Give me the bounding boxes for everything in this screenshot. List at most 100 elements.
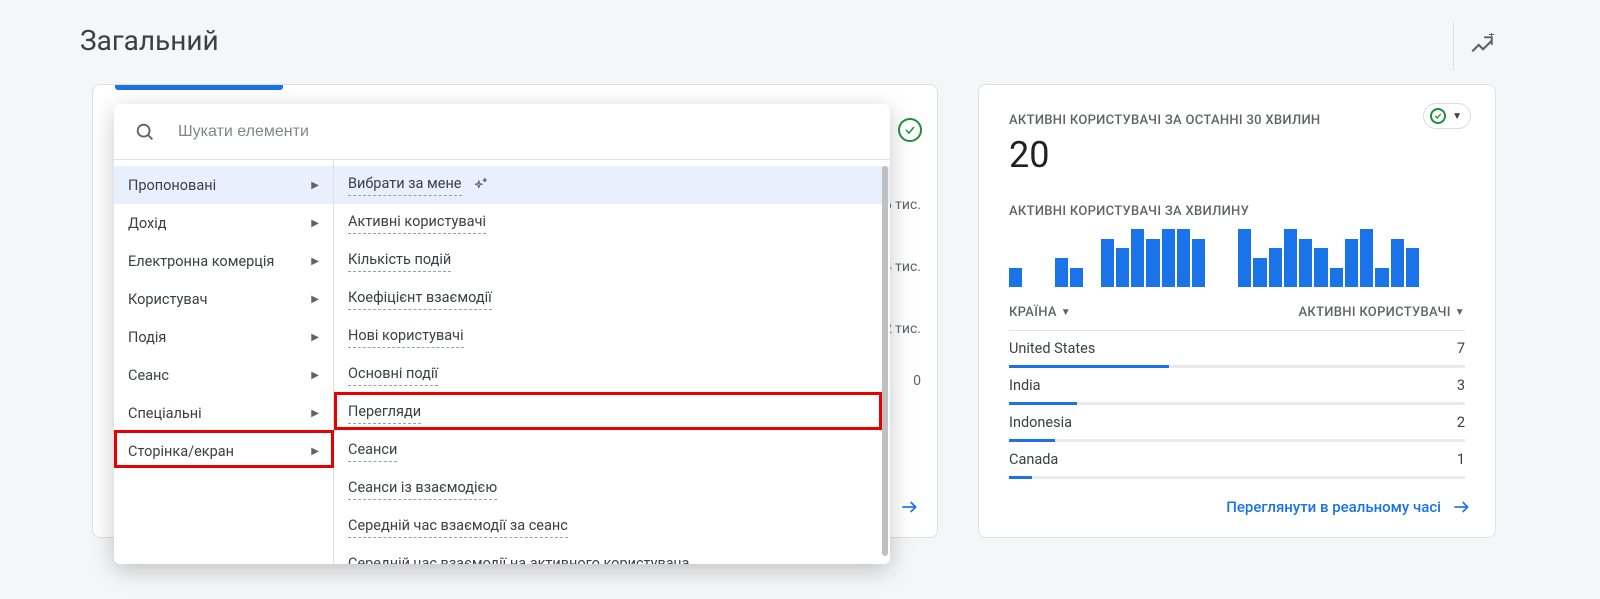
table-row: India 3 (1009, 368, 1465, 402)
user-count: 3 (1457, 377, 1465, 394)
divider (1453, 22, 1454, 70)
category-label: Сеанс (128, 367, 169, 384)
category-item[interactable]: Спеціальні▶ (114, 394, 333, 432)
metric-item[interactable]: Середній час взаємодії на активного кори… (334, 546, 890, 564)
country-name: Canada (1009, 451, 1058, 468)
realtime-bar-chart (1009, 229, 1465, 287)
row-progress (1009, 402, 1465, 405)
bar (1162, 229, 1175, 287)
check-icon (1434, 112, 1442, 120)
metric-label: Перегляди (348, 402, 421, 423)
country-name: India (1009, 377, 1041, 394)
realtime-title-per-minute: АКТИВНІ КОРИСТУВАЧІ ЗА ХВИЛИНУ (1009, 204, 1465, 219)
chevron-right-icon: ▶ (311, 408, 319, 419)
bar (1253, 258, 1266, 287)
search-icon (134, 121, 156, 143)
metric-label: Активні користувачі (348, 212, 486, 233)
bar (1116, 248, 1129, 287)
realtime-status-chip[interactable]: ▼ (1423, 103, 1471, 129)
chevron-right-icon: ▶ (311, 370, 319, 381)
bar (1284, 229, 1297, 287)
insights-icon: + (1469, 33, 1495, 59)
chevron-right-icon: ▶ (311, 218, 319, 229)
metric-label: Середній час взаємодії на активного кори… (348, 554, 689, 564)
status-ok-icon (1430, 108, 1446, 124)
bar (1131, 229, 1144, 287)
country-name: United States (1009, 340, 1095, 357)
metric-item[interactable]: Кількість подій (334, 242, 890, 280)
realtime-active-users: 20 (1009, 134, 1465, 176)
y-tick: 0 (913, 373, 921, 389)
chevron-right-icon: ▶ (311, 180, 319, 191)
scrollbar[interactable] (882, 166, 888, 556)
bar (1375, 268, 1388, 287)
metric-item[interactable]: Сеанси (334, 432, 890, 470)
bar (1009, 268, 1022, 287)
sparkle-icon (472, 176, 490, 194)
chevron-right-icon: ▶ (311, 256, 319, 267)
category-label: Пропоновані (128, 177, 216, 194)
bar (1269, 248, 1282, 287)
metric-item[interactable]: Вибрати за мене (334, 166, 890, 204)
arrow-right-icon (899, 497, 919, 517)
metric-label: Основні події (348, 364, 438, 385)
active-tab-indicator (115, 85, 283, 90)
chevron-right-icon: ▶ (311, 294, 319, 305)
realtime-title-30min: АКТИВНІ КОРИСТУВАЧІ ЗА ОСТАННІ 30 ХВИЛИН (1009, 113, 1465, 128)
row-progress (1009, 365, 1465, 368)
metric-item[interactable]: Активні користувачі (334, 204, 890, 242)
metric-item[interactable]: Основні події (334, 356, 890, 394)
metric-item[interactable]: Перегляди (334, 394, 890, 432)
table-col-country[interactable]: КРАЇНА ▼ (1009, 305, 1071, 320)
bar (1177, 229, 1190, 287)
category-item[interactable]: Пропоновані ▶ (114, 166, 333, 204)
insights-button[interactable]: + (1464, 28, 1500, 64)
user-count: 1 (1457, 451, 1465, 468)
metric-list: Вибрати за мене Активні користувачі Кількі… (334, 160, 890, 564)
row-progress (1009, 439, 1465, 442)
metric-item[interactable]: Коефіцієнт взаємодії (334, 280, 890, 318)
bar (1192, 239, 1205, 287)
link-text: Переглянути в реальному часі (1226, 498, 1441, 516)
bar (1391, 239, 1404, 287)
category-label: Електронна комерція (128, 253, 274, 270)
category-item[interactable]: Сторінка/екран▶ (114, 432, 333, 470)
category-item[interactable]: Дохід▶ (114, 204, 333, 242)
bar (1055, 258, 1068, 287)
bar (1146, 239, 1159, 287)
bar (1360, 229, 1373, 287)
chevron-right-icon: ▶ (311, 332, 319, 343)
category-label: Сторінка/екран (128, 443, 234, 460)
metric-search-input[interactable] (176, 122, 870, 142)
metric-item[interactable]: Нові користувачі (334, 318, 890, 356)
metric-label: Середній час взаємодії за сеанс (348, 516, 568, 537)
bar (1299, 239, 1312, 287)
status-check-badge (898, 118, 922, 142)
chevron-down-icon: ▼ (1452, 111, 1462, 122)
category-item[interactable]: Користувач ▶ (114, 280, 333, 318)
category-label: Подія (128, 329, 166, 346)
country-name: Indonesia (1009, 414, 1072, 431)
bar (1070, 268, 1083, 287)
metric-item[interactable]: Середній час взаємодії за сеанс (334, 508, 890, 546)
bar (1406, 248, 1419, 287)
view-realtime-link[interactable]: Переглянути в реальному часі (1226, 497, 1471, 517)
metric-label: Нові користувачі (348, 326, 464, 347)
bar (1345, 239, 1358, 287)
chevron-down-icon: ▼ (1061, 307, 1071, 318)
category-label: Користувач (128, 291, 207, 308)
realtime-table-header: КРАЇНА ▼ АКТИВНІ КОРИСТУВАЧІ ▼ (1009, 305, 1465, 320)
bar (1101, 239, 1114, 287)
metric-item[interactable]: Сеанси із взаємодією (334, 470, 890, 508)
category-item[interactable]: Сеанс ▶ (114, 356, 333, 394)
svg-text:+: + (1489, 33, 1495, 41)
category-item[interactable]: Електронна комерція ▶ (114, 242, 333, 280)
metric-label: Коефіцієнт взаємодії (348, 288, 492, 309)
row-progress (1009, 476, 1465, 479)
table-col-users[interactable]: АКТИВНІ КОРИСТУВАЧІ ▼ (1298, 305, 1465, 320)
chevron-down-icon: ▼ (1455, 307, 1465, 318)
category-list: Пропоновані▶Дохід▶Електронна комерція▶Ко… (114, 160, 334, 564)
category-item[interactable]: Подія ▶ (114, 318, 333, 356)
metric-label: Кількість подій (348, 250, 451, 271)
bar (1330, 268, 1343, 287)
